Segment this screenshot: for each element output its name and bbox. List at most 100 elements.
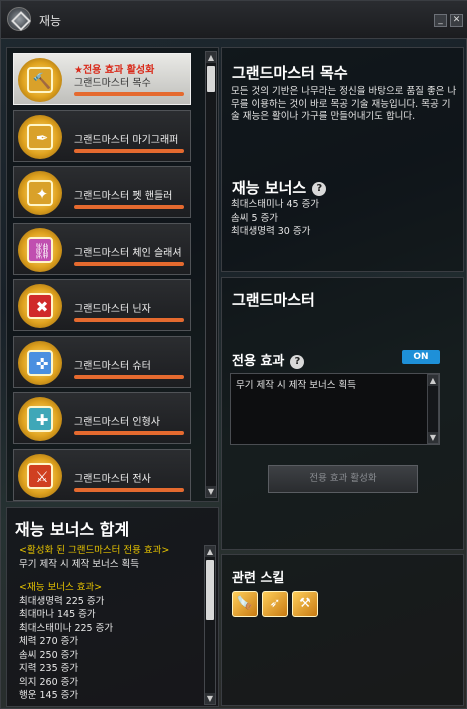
talent-progress-bar (74, 205, 184, 209)
icon-glyph: ✜ (35, 354, 49, 373)
exclusive-effect-text: 무기 제작 시 제작 보너스 획득 (236, 380, 356, 391)
talent-bonus-line: 최대스태미나 45 증가 (231, 199, 320, 210)
talent-progress-bar (74, 487, 184, 492)
scroll-up-button[interactable]: ▲ (205, 546, 215, 557)
talent-bonus-title: 재능 보너스 (232, 179, 307, 197)
title-bar[interactable]: 재능 _ ✕ (1, 1, 467, 39)
bonus-total-body: <활성화 된 그랜드마스터 전용 효과> 무기 제작 시 제작 보너스 획득 <… (19, 544, 205, 703)
grandmaster-title: 그랜드마스터 (232, 291, 315, 309)
puppet-icon: ✚ (18, 397, 62, 441)
talent-item[interactable]: ✚ 그랜드마스터 인형사 (13, 392, 191, 444)
talent-item[interactable]: ✖ 그랜드마스터 닌자 (13, 279, 191, 331)
talent-name: 그랜드마스터 닌자 (74, 304, 151, 315)
carpentry-skill-icon[interactable]: 🪚 (232, 591, 258, 617)
icon-frame: ⚔ (27, 462, 53, 489)
bonus-total-panel: 재능 보너스 합계 <활성화 된 그랜드마스터 전용 효과> 무기 제작 시 제… (6, 507, 219, 707)
bow-craft-skill-icon[interactable]: ➶ (262, 591, 288, 617)
talent-name: 그랜드마스터 전사 (74, 473, 151, 485)
pet-icon: ✦ (18, 171, 62, 215)
exclusive-effect-toggle[interactable]: ON (402, 350, 440, 364)
talent-window: 재능 _ ✕ 🔨 ★전용 효과 활성화 그랜드마스터 목수 ✒ 그랜드마스터 마기그래퍼… (0, 0, 467, 709)
talent-name: 그랜드마스터 체인 슬래셔 (74, 247, 182, 259)
icon-frame: ✦ (27, 180, 53, 206)
talent-bonus-lines: 최대스태미나 45 증가솜씨 5 증가최대생명력 30 증가 (231, 198, 319, 239)
talent-bonus-line: 솜씨 5 증가 (231, 212, 279, 224)
talent-name: 그랜드마스터 목수 (74, 78, 151, 89)
scroll-down-button[interactable]: ▼ (205, 693, 215, 704)
active-effect-header: <활성화 된 그랜드마스터 전용 효과> (19, 545, 170, 556)
talent-item[interactable]: 🔨 ★전용 효과 활성화 그랜드마스터 목수 (13, 53, 191, 105)
scroll-up-button[interactable]: ▲ (206, 52, 216, 63)
icon-glyph: ⛓ (32, 241, 52, 260)
talent-item[interactable]: ✜ 그랜드마스터 슈터 (13, 335, 191, 388)
scroll-down-button[interactable]: ▼ (206, 486, 216, 497)
talent-item[interactable]: ⛓ 그랜드마스터 체인 슬래셔 (13, 222, 191, 275)
scroll-thumb[interactable] (206, 560, 214, 620)
talent-title: 그랜드마스터 목수 (232, 64, 348, 82)
talent-description: 모든 것의 기반은 나무라는 정신을 바탕으로 품질 좋은 나무를 이용하는 것… (231, 86, 457, 122)
sword-icon: ⚔ (18, 453, 62, 498)
scroll-up-button[interactable]: ▲ (428, 375, 438, 386)
icon-frame: ✜ (27, 349, 53, 376)
icon-glyph: ✚ (35, 411, 49, 429)
close-button[interactable]: ✕ (450, 14, 463, 27)
help-icon[interactable]: ? (290, 354, 305, 369)
talent-progress-bar (74, 148, 184, 153)
icon-frame: ✒ (27, 123, 53, 150)
bonus-total-line: 체력 270 증가 (19, 636, 79, 647)
activate-exclusive-effect-button[interactable]: 전용 효과 활성화 (268, 465, 418, 493)
scroll-down-button[interactable]: ▼ (428, 432, 438, 443)
bonus-total-line: 행운 145 증가 (19, 690, 79, 701)
guns-icon: ✜ (18, 340, 62, 385)
exclusive-effect-box: 무기 제작 시 제작 보너스 획득 ▲ ▼ (230, 373, 440, 445)
bonus-total-title: 재능 보너스 합계 (15, 520, 130, 539)
lumber-skill-icon[interactable]: ⚒ (292, 591, 318, 617)
scroll-thumb[interactable] (207, 66, 215, 92)
talent-list-panel: 🔨 ★전용 효과 활성화 그랜드마스터 목수 ✒ 그랜드마스터 마기그래퍼 ✦ 그랜드마스터… (6, 47, 219, 502)
exclusive-effect-label: 전용 효과 (232, 354, 285, 369)
talent-progress-bar (74, 431, 184, 435)
talent-name: 그랜드마스터 인형사 (74, 417, 160, 428)
talent-detail-panel: 그랜드마스터 목수 모든 것의 기반은 나무라는 정신을 바탕으로 품질 좋은 … (221, 47, 464, 272)
talent-list-scrollbar[interactable]: ▲ ▼ (205, 51, 217, 498)
bonus-total-line: 최대스태미나 225 증가 (19, 622, 114, 634)
chain-icon: ⛓ (18, 227, 62, 272)
icon-glyph: ✦ (35, 185, 49, 203)
talent-item[interactable]: ✒ 그랜드마스터 마기그래퍼 (13, 109, 191, 162)
active-effect-line: 무기 제작 시 제작 보너스 획득 (19, 558, 139, 570)
talent-emblem-icon (7, 7, 31, 31)
shuriken-icon: ✖ (18, 284, 62, 328)
bonus-total-line: 최대생명력 225 증가 (19, 595, 105, 607)
talent-progress-bar (74, 374, 184, 379)
bonus-total-line: 최대마나 145 증가 (19, 609, 96, 620)
talent-progress-bar (74, 92, 184, 96)
anvil-icon: 🔨 (18, 58, 62, 102)
icon-glyph: 🔨 (32, 72, 52, 90)
bonus-total-scrollbar[interactable]: ▲ ▼ (204, 545, 216, 705)
window-title: 재능 (39, 14, 62, 28)
icon-frame: ✖ (27, 293, 53, 319)
talent-name: 그랜드마스터 슈터 (74, 360, 151, 372)
talent-name: 그랜드마스터 펫 핸들러 (74, 191, 173, 202)
icon-glyph: ✒ (35, 128, 49, 147)
icon-glyph: ✖ (35, 298, 49, 316)
icon-glyph: ⚔ (35, 467, 49, 486)
talent-progress-bar (74, 318, 184, 322)
bonus-total-line: 솜씨 250 증가 (19, 649, 79, 661)
talent-item[interactable]: ⚔ 그랜드마스터 전사 (13, 448, 191, 501)
talent-progress-bar (74, 261, 184, 266)
quill-icon: ✒ (18, 114, 62, 159)
talent-bonus-heading: 재능 보너스? (232, 177, 327, 198)
effect-box-scrollbar[interactable]: ▲ ▼ (427, 374, 439, 444)
talent-name: 그랜드마스터 마기그래퍼 (74, 134, 179, 146)
bonus-effect-header: <재능 보너스 효과> (19, 582, 103, 593)
bonus-total-line: 지력 235 증가 (19, 663, 79, 674)
talent-item[interactable]: ✦ 그랜드마스터 펫 핸들러 (13, 166, 191, 218)
icon-frame: 🔨 (27, 67, 53, 93)
exclusive-effect-heading: 전용 효과? (232, 350, 305, 369)
minimize-button[interactable]: _ (434, 14, 447, 27)
icon-frame: ✚ (27, 406, 53, 432)
talent-bonus-line: 최대생명력 30 증가 (231, 226, 311, 237)
help-icon[interactable]: ? (312, 181, 327, 196)
bonus-total-line: 의지 260 증가 (19, 676, 79, 688)
